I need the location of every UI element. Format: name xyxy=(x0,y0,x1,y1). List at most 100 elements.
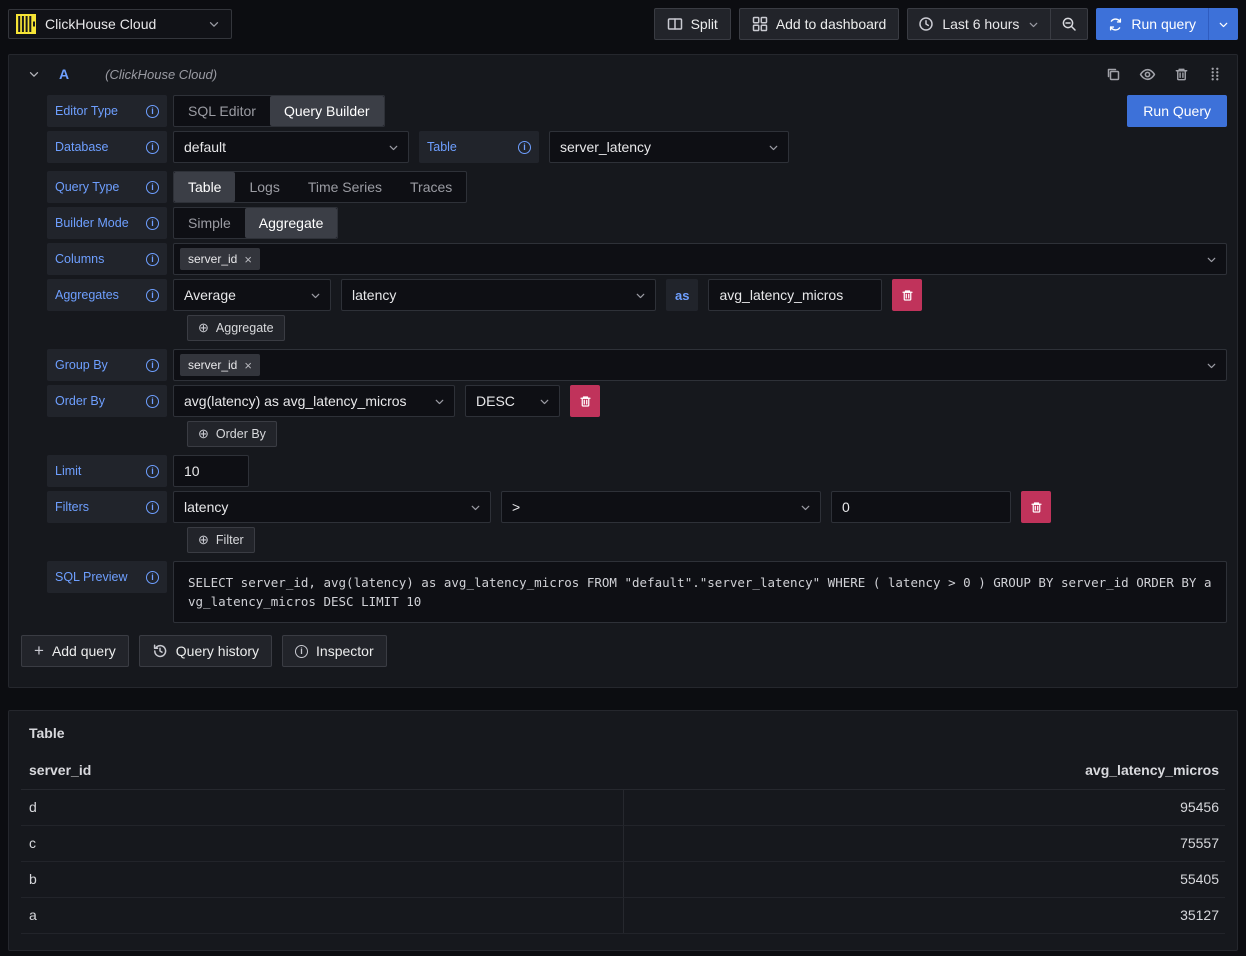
trash-icon xyxy=(901,289,914,302)
split-button[interactable]: Split xyxy=(654,8,731,40)
group-by-multiselect[interactable]: server_id × xyxy=(173,349,1227,381)
time-range-picker: Last 6 hours xyxy=(907,8,1088,40)
editor-type-option-sql-editor[interactable]: SQL Editor xyxy=(174,96,270,126)
add-to-dashboard-label: Add to dashboard xyxy=(776,16,887,32)
info-icon[interactable] xyxy=(146,141,159,154)
filter-operator-select[interactable]: > xyxy=(501,491,821,523)
builder-mode-option-simple[interactable]: Simple xyxy=(174,208,245,238)
cell-server-id: b xyxy=(21,861,623,897)
remove-filter-button[interactable] xyxy=(1021,491,1051,523)
circle-plus-icon: ⊕ xyxy=(198,532,209,548)
editor-type-option-query-builder[interactable]: Query Builder xyxy=(270,96,384,126)
table-row: c75557 xyxy=(21,825,1225,861)
query-history-label: Query history xyxy=(176,643,259,659)
trash-icon xyxy=(579,395,592,408)
info-icon[interactable] xyxy=(146,465,159,478)
info-icon[interactable] xyxy=(146,571,159,584)
limit-input[interactable] xyxy=(173,455,249,487)
circle-plus-icon: ⊕ xyxy=(198,320,209,336)
query-type-option-table[interactable]: Table xyxy=(174,172,235,202)
query-type-option-time-series[interactable]: Time Series xyxy=(294,172,396,202)
add-order-by-button[interactable]: ⊕ Order By xyxy=(187,421,277,447)
add-order-by-label: Order By xyxy=(216,427,266,441)
chevron-down-icon xyxy=(207,17,221,31)
builder-mode-label-cell: Builder Mode xyxy=(47,207,167,239)
circle-plus-icon: ⊕ xyxy=(198,426,209,442)
limit-label: Limit xyxy=(55,464,81,478)
group-by-label: Group By xyxy=(55,358,108,372)
aggregate-alias-input[interactable] xyxy=(708,279,882,311)
remove-aggregate-button[interactable] xyxy=(892,279,922,311)
info-icon[interactable] xyxy=(146,289,159,302)
aggregate-function-select[interactable]: Average xyxy=(173,279,331,311)
filters-row: Filters latency > xyxy=(47,491,1227,523)
info-icon[interactable] xyxy=(146,217,159,230)
delete-query-button[interactable] xyxy=(1174,67,1189,82)
datasource-picker[interactable]: ClickHouse Cloud xyxy=(8,9,232,39)
dashboard-grid-icon xyxy=(752,16,768,32)
duplicate-query-button[interactable] xyxy=(1105,66,1121,82)
query-type-row: Query Type Table Logs Time Series Traces xyxy=(47,171,1227,203)
limit-label-cell: Limit xyxy=(47,455,167,487)
info-icon[interactable] xyxy=(518,141,531,154)
column-chip: server_id × xyxy=(180,248,260,270)
database-select[interactable]: default xyxy=(173,131,409,163)
toggle-visibility-button[interactable] xyxy=(1139,66,1156,83)
run-query-inline-button[interactable]: Run Query xyxy=(1127,95,1227,127)
info-icon[interactable] xyxy=(146,253,159,266)
column-header-server-id[interactable]: server_id xyxy=(21,759,623,789)
cell-server-id: d xyxy=(21,789,623,825)
filter-value-input[interactable] xyxy=(831,491,1011,523)
builder-mode-row: Builder Mode Simple Aggregate xyxy=(47,207,1227,239)
query-builder-form: Editor Type SQL Editor Query Builder Run… xyxy=(9,93,1237,687)
query-header: A (ClickHouse Cloud) xyxy=(9,55,1237,93)
filter-field-select[interactable]: latency xyxy=(173,491,491,523)
builder-mode-option-aggregate[interactable]: Aggregate xyxy=(245,208,338,238)
time-range-button[interactable]: Last 6 hours xyxy=(908,9,1050,39)
query-history-button[interactable]: Query history xyxy=(139,635,272,667)
info-icon[interactable] xyxy=(146,359,159,372)
info-icon[interactable] xyxy=(146,105,159,118)
aggregate-column-select[interactable]: latency xyxy=(341,279,656,311)
table-header-row: server_id avg_latency_micros xyxy=(21,759,1225,789)
results-table: server_id avg_latency_micros d95456c7555… xyxy=(21,759,1225,934)
add-filter-button[interactable]: ⊕ Filter xyxy=(187,527,255,553)
order-by-label: Order By xyxy=(55,394,105,408)
group-by-row: Group By server_id × xyxy=(47,349,1227,381)
cell-avg-latency-micros: 95456 xyxy=(623,789,1225,825)
run-query-button[interactable]: Run query xyxy=(1096,8,1208,40)
database-table-row: Database default Table server_latency xyxy=(47,131,1227,163)
order-by-direction-value: DESC xyxy=(476,393,515,409)
remove-chip-icon[interactable]: × xyxy=(244,359,252,372)
query-type-option-traces[interactable]: Traces xyxy=(396,172,466,202)
query-type-option-logs[interactable]: Logs xyxy=(235,172,293,202)
info-icon[interactable] xyxy=(146,181,159,194)
info-icon[interactable] xyxy=(146,395,159,408)
clickhouse-logo-icon xyxy=(15,13,37,35)
query-ref-id[interactable]: A xyxy=(59,66,69,82)
aggregates-row: Aggregates Average latency as xyxy=(47,279,1227,311)
add-to-dashboard-button[interactable]: Add to dashboard xyxy=(739,8,900,40)
table-select[interactable]: server_latency xyxy=(549,131,789,163)
remove-chip-icon[interactable]: × xyxy=(244,253,252,266)
info-icon[interactable] xyxy=(146,501,159,514)
column-header-avg-latency[interactable]: avg_latency_micros xyxy=(623,759,1225,789)
order-by-field-select[interactable]: avg(latency) as avg_latency_micros xyxy=(173,385,455,417)
filters-label: Filters xyxy=(55,500,89,514)
add-query-button[interactable]: + Add query xyxy=(21,635,129,667)
drag-handle-icon[interactable] xyxy=(1207,66,1223,82)
zoom-out-time-button[interactable] xyxy=(1050,9,1087,39)
filter-field-value: latency xyxy=(184,499,228,515)
inspector-button[interactable]: Inspector xyxy=(282,635,387,667)
table-label: Table xyxy=(427,140,457,154)
add-aggregate-button[interactable]: ⊕ Aggregate xyxy=(187,315,285,341)
run-query-dropdown-button[interactable] xyxy=(1208,8,1238,40)
table-row: a35127 xyxy=(21,897,1225,933)
history-icon xyxy=(152,643,168,659)
remove-order-by-button[interactable] xyxy=(570,385,600,417)
columns-multiselect[interactable]: server_id × xyxy=(173,243,1227,275)
order-by-direction-select[interactable]: DESC xyxy=(465,385,560,417)
cell-avg-latency-micros: 55405 xyxy=(623,861,1225,897)
collapse-query-button[interactable] xyxy=(27,67,41,81)
limit-row: Limit xyxy=(47,455,1227,487)
